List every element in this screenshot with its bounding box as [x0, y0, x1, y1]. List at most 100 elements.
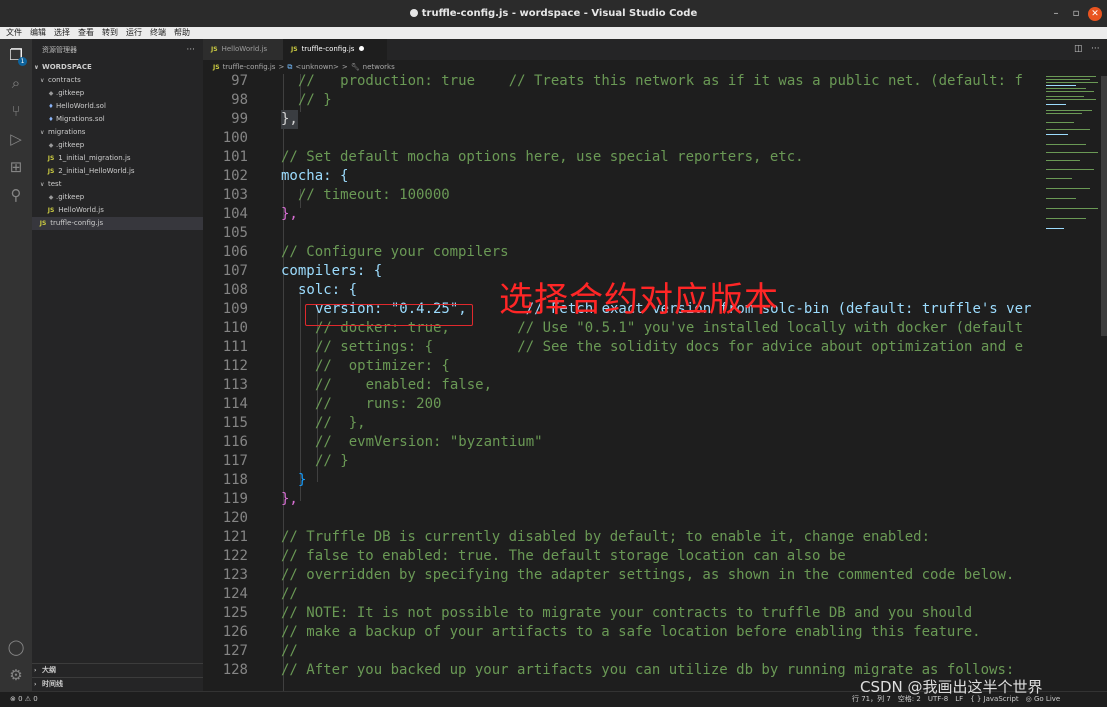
menu-edit[interactable]: 编辑 [24, 27, 48, 39]
chevron-down-icon: ∨ [34, 64, 39, 71]
account-icon[interactable]: ◯ [6, 637, 26, 657]
workspace-root[interactable]: ∨ WORDSPACE [32, 61, 203, 74]
chevron-down-icon: ∨ [40, 129, 45, 136]
minimap-line [1046, 76, 1096, 77]
code-text: // }, [315, 415, 366, 431]
chevron-down-icon: ∨ [40, 77, 45, 84]
code-line: 121 // Truffle DB is currently disabled b… [203, 528, 1040, 547]
tree-item-2-initial-helloworld[interactable]: JS 2_initial_HelloWorld.js [32, 165, 203, 178]
breadcrumb-file[interactable]: truffle-config.js [223, 63, 276, 71]
tree-item-test[interactable]: ∨ test [32, 178, 203, 191]
code-text: solc: { [298, 282, 358, 298]
remote-icon[interactable]: ⚲ [6, 185, 26, 205]
menu-run[interactable]: 运行 [120, 27, 144, 39]
tree-item-gitkeep[interactable]: ◆ .gitkeep [32, 87, 203, 100]
line-number: 128 [222, 662, 248, 678]
code-editor[interactable]: 97 // production: true // Treats this net… [203, 74, 1040, 691]
window-title-text: truffle-config.js - wordspace - Visual S… [421, 8, 698, 19]
js-file-icon: JS [213, 64, 220, 71]
unsaved-dot-icon[interactable] [359, 46, 365, 51]
js-file-icon: JS [47, 207, 55, 214]
code-line: 99}, [203, 110, 1040, 129]
code-line: 118} [203, 471, 1040, 490]
highlight-box [305, 304, 473, 326]
code-line: 117 // } [203, 452, 1040, 471]
tab-truffle-config[interactable]: JS truffle-config.js [283, 39, 387, 60]
code-line: 119}, [203, 490, 1040, 509]
tree-item-gitkeep[interactable]: ◆ .gitkeep [32, 139, 203, 152]
line-number: 108 [222, 282, 248, 298]
tree-item-label: Migrations.sol [56, 115, 105, 123]
chevron-down-icon: ∨ [40, 181, 45, 188]
menu-bar: 文件 编辑 选择 查看 转到 运行 终端 帮助 [0, 27, 1107, 39]
symbol-icon: ⧉ [287, 63, 293, 71]
menu-help[interactable]: 帮助 [168, 27, 192, 39]
tree-item-helloworld-sol[interactable]: ♦ HelloWorld.sol [32, 100, 203, 113]
tree-item-migrations[interactable]: ∨ migrations [32, 126, 203, 139]
menu-file[interactable]: 文件 [0, 27, 24, 39]
source-control-icon[interactable]: ⑂ [6, 101, 26, 121]
breadcrumb-unknown[interactable]: <unknown> [295, 63, 339, 71]
tree-item-truffle-config[interactable]: JS truffle-config.js [32, 217, 203, 230]
problems-indicator[interactable]: ⊗ 0 ⚠ 0 [10, 692, 38, 706]
js-file-icon: JS [211, 46, 218, 53]
breadcrumb-separator: > [341, 63, 348, 71]
minimap-line [1046, 91, 1094, 92]
tab-helloworld-js[interactable]: JS HelloWorld.js [203, 39, 289, 60]
breadcrumb-symbol[interactable]: networks [363, 63, 395, 71]
code-text: } [298, 472, 307, 488]
file-icon: ◆ [48, 142, 54, 149]
timeline-label: 时间线 [42, 680, 63, 688]
tree-item-contracts[interactable]: ∨ contracts [32, 74, 203, 87]
maximize-button[interactable]: ▫ [1066, 0, 1086, 27]
code-text: mocha: { [281, 168, 349, 184]
workspace-label: WORDSPACE [42, 63, 92, 71]
search-icon[interactable]: ⌕ [6, 73, 26, 93]
code-line: 103 // timeout: 100000 [203, 186, 1040, 205]
tree-item-migrations-sol[interactable]: ♦ Migrations.sol [32, 113, 203, 126]
js-file-icon: JS [47, 168, 55, 175]
minimap-line [1046, 122, 1074, 123]
menu-selection[interactable]: 选择 [48, 27, 72, 39]
split-editor-icon[interactable]: ◫ [1074, 39, 1083, 60]
menu-go[interactable]: 转到 [96, 27, 120, 39]
line-number: 110 [222, 320, 248, 336]
line-number: 125 [222, 605, 248, 621]
outline-panel[interactable]: › 大纲 [32, 663, 203, 677]
js-file-icon: JS [291, 46, 298, 53]
menu-terminal[interactable]: 终端 [144, 27, 168, 39]
code-line: 126 // make a backup of your artifacts to… [203, 623, 1040, 642]
minimize-button[interactable]: – [1046, 0, 1066, 27]
tree-item-helloworld-js[interactable]: JS HelloWorld.js [32, 204, 203, 217]
tab-label: truffle-config.js [301, 45, 355, 53]
tree-item-1-initial-migration[interactable]: JS 1_initial_migration.js [32, 152, 203, 165]
close-button[interactable]: ✕ [1088, 7, 1102, 21]
code-text: // optimizer: { [315, 358, 450, 374]
outline-label: 大纲 [42, 666, 56, 674]
code-text: // [281, 643, 298, 659]
extensions-icon[interactable]: ⊞ [6, 157, 26, 177]
tree-item-gitkeep[interactable]: ◆ .gitkeep [32, 191, 203, 204]
tree-item-label: migrations [48, 128, 86, 136]
code-line: 111 // settings: { // See the solidity do… [203, 338, 1040, 357]
editor-scrollbar[interactable] [1101, 76, 1107, 336]
sidebar-bottom-panels: › 大纲 › 时间线 [32, 663, 203, 691]
tree-item-label: contracts [48, 76, 81, 84]
code-text: // NOTE: It is not possible to migrate y… [281, 605, 973, 621]
run-debug-icon[interactable]: ▷ [6, 129, 26, 149]
more-actions-icon[interactable]: ··· [186, 43, 195, 57]
settings-gear-icon[interactable]: ⚙ [6, 665, 26, 685]
timeline-panel[interactable]: › 时间线 [32, 677, 203, 691]
solidity-file-icon: ♦ [48, 103, 54, 110]
menu-view[interactable]: 查看 [72, 27, 96, 39]
code-text: // Set default mocha options here, use s… [281, 149, 804, 165]
minimap[interactable] [1040, 74, 1107, 691]
more-actions-icon[interactable]: ··· [1091, 39, 1100, 60]
code-text: // evmVersion: "byzantium" [315, 434, 543, 450]
minimap-line [1046, 134, 1068, 135]
explorer-icon[interactable]: ❐ 1 [6, 45, 27, 66]
line-number: 111 [222, 339, 248, 355]
code-text: // } [298, 92, 332, 108]
line-number: 123 [222, 567, 248, 583]
code-line: 106 // Configure your compilers [203, 243, 1040, 262]
